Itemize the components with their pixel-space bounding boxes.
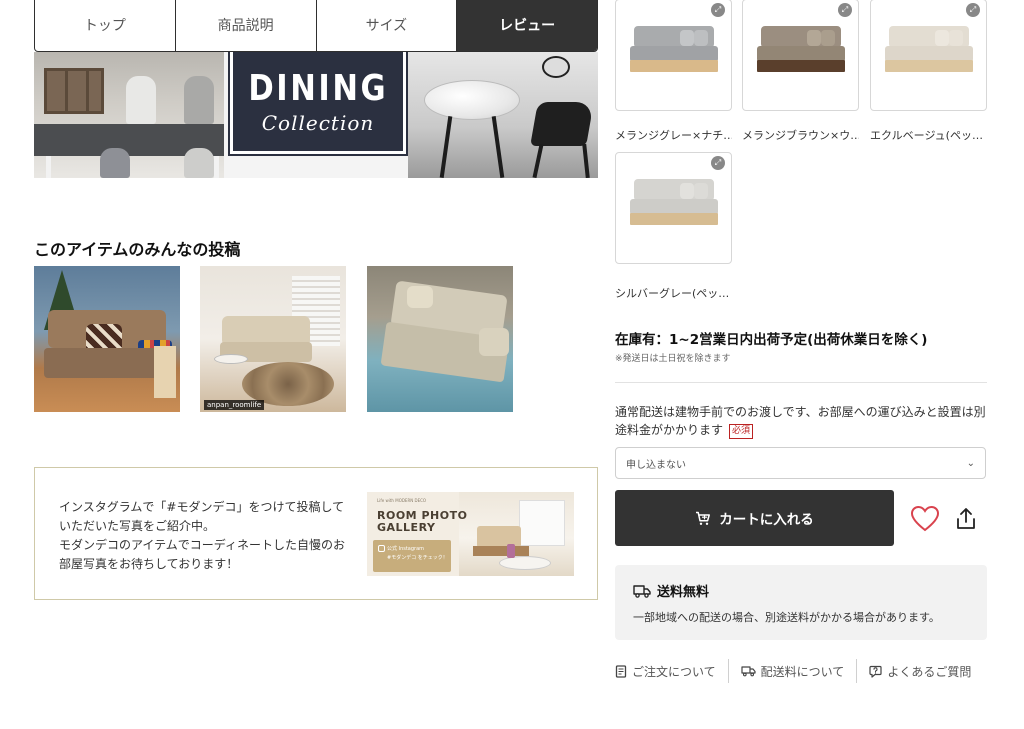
- user-post-2[interactable]: anpan_roomlife: [200, 266, 346, 412]
- banner-photo-right: [408, 52, 598, 178]
- banner-title: DINING: [248, 68, 388, 109]
- document-icon: [615, 664, 627, 678]
- delivery-option-label: 通常配送は建物手前でのお渡しです、お部屋への運び込みと設置は別途料金がかかります…: [615, 405, 986, 439]
- shipping-fee-link[interactable]: 配送料について: [741, 659, 858, 683]
- stock-status: 在庫有：1~2営業日内出荷予定(出荷休業日を除く): [615, 332, 928, 348]
- instagram-icon: [378, 545, 385, 552]
- color-option-4-label: シルバーグレー(ペッ…: [615, 287, 730, 300]
- order-info-link[interactable]: ご注文について: [615, 659, 729, 683]
- color-option-3-label: エクルベージュ(ペッ…: [870, 129, 983, 142]
- help-links: ご注文について 配送料について よくあるご質問: [615, 658, 987, 684]
- color-option-4[interactable]: ⤢: [615, 152, 732, 264]
- expand-icon[interactable]: ⤢: [966, 3, 980, 17]
- stock-note: ※発送日は土日祝を除きます: [615, 354, 731, 364]
- delivery-option-select[interactable]: 申し込まない ⌄: [615, 447, 986, 479]
- free-shipping-desc: 一部地域への配送の場合、別途送料がかかる場合があります。: [633, 611, 940, 624]
- add-to-cart-label: カートに入れる: [719, 512, 814, 528]
- sofa-thumbnail: [755, 24, 848, 84]
- divider: [615, 382, 987, 383]
- user-post-1[interactable]: [34, 266, 180, 412]
- favorite-heart-icon[interactable]: [910, 505, 940, 533]
- dining-logo: DINING Collection: [228, 52, 408, 156]
- banner-photo-left: [34, 52, 234, 178]
- color-option-2[interactable]: ⤢: [742, 0, 859, 111]
- delivery-option-value: 申し込まない: [626, 459, 686, 471]
- post-username-tag: anpan_roomlife: [204, 400, 265, 410]
- cart-icon: [696, 511, 711, 525]
- share-icon[interactable]: [954, 506, 978, 532]
- room-photo-gallery-banner[interactable]: Life with MODERN DECO ROOM PHOTO GALLERY…: [367, 492, 574, 576]
- tab-review[interactable]: レビュー: [457, 0, 597, 51]
- tab-top[interactable]: トップ: [35, 0, 176, 51]
- color-option-2-label: メランジブラウン×ウ…: [742, 129, 859, 142]
- tab-size[interactable]: サイズ: [317, 0, 458, 51]
- instagram-promo-box: インスタグラムで「#モダンデコ」をつけて投稿して いただいた写真をご紹介中。 モ…: [34, 467, 598, 600]
- question-icon: [869, 665, 882, 678]
- truck-icon: [633, 584, 651, 598]
- chevron-down-icon: ⌄: [966, 457, 975, 469]
- tab-description[interactable]: 商品説明: [176, 0, 317, 51]
- color-option-1[interactable]: ⤢: [615, 0, 732, 111]
- free-shipping-box: 送料無料 一部地域への配送の場合、別途送料がかかる場合があります。: [615, 565, 987, 640]
- required-badge: 必須: [729, 424, 754, 439]
- sofa-thumbnail: [883, 24, 976, 84]
- add-to-cart-button[interactable]: カートに入れる: [615, 490, 894, 546]
- expand-icon[interactable]: ⤢: [711, 156, 725, 170]
- color-option-3[interactable]: ⤢: [870, 0, 987, 111]
- color-option-1-label: メランジグレー×ナチ…: [615, 129, 732, 142]
- free-shipping-title: 送料無料: [657, 585, 710, 600]
- expand-icon[interactable]: ⤢: [711, 3, 725, 17]
- truck-icon: [741, 666, 756, 677]
- banner-subtitle: Collection: [261, 111, 375, 135]
- dining-collection-banner[interactable]: DINING Collection: [34, 52, 598, 178]
- faq-link[interactable]: よくあるご質問: [869, 659, 971, 683]
- sofa-thumbnail: [628, 177, 721, 237]
- promo-text: インスタグラムで「#モダンデコ」をつけて投稿して いただいた写真をご紹介中。 モ…: [59, 500, 345, 571]
- user-post-3[interactable]: [367, 266, 513, 412]
- tab-bar: トップ 商品説明 サイズ レビュー: [34, 0, 598, 52]
- expand-icon[interactable]: ⤢: [838, 3, 852, 17]
- sofa-thumbnail: [628, 24, 721, 84]
- posts-heading: このアイテムのみんなの投稿: [34, 240, 241, 259]
